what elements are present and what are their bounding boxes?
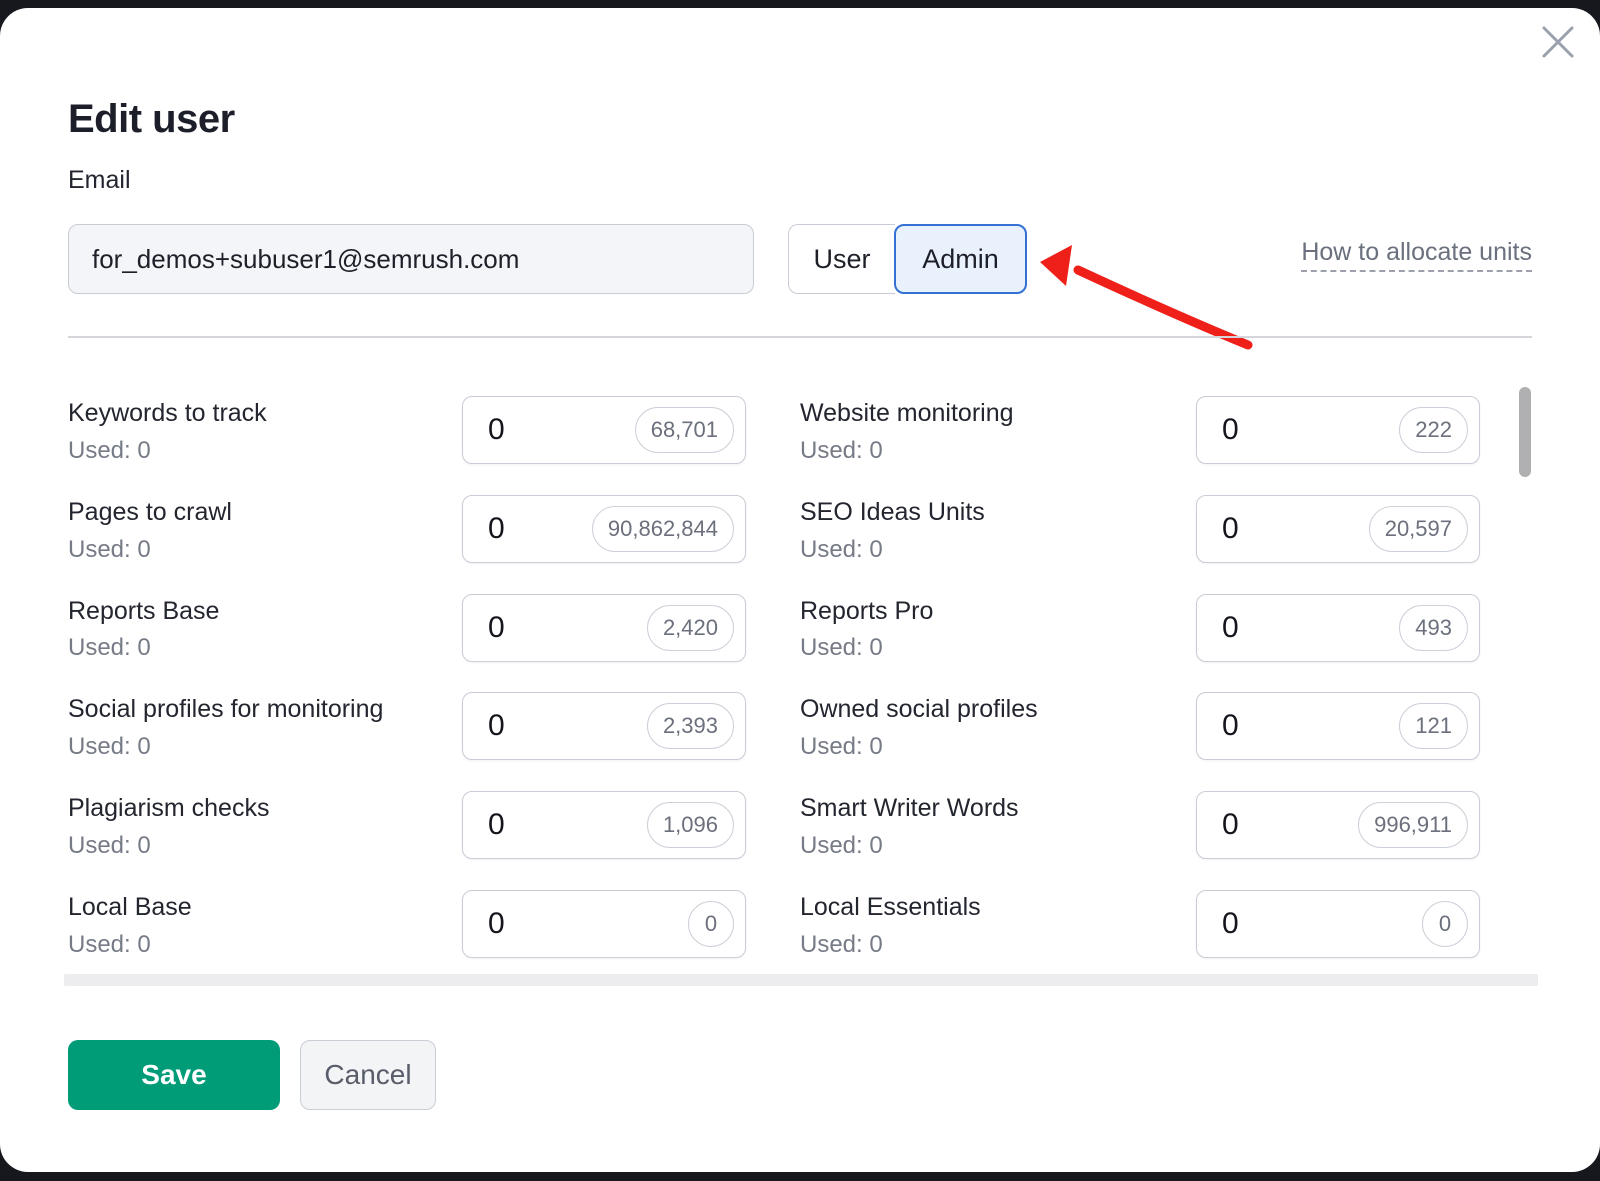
unit-row-keywords-to-track: Keywords to track Used: 0 68,701: [68, 396, 746, 465]
unit-value-input[interactable]: [1197, 511, 1324, 547]
unit-label: Local Base: [68, 893, 192, 922]
units-grid: Keywords to track Used: 0 68,701 Website…: [68, 396, 1480, 959]
unit-row-smart-writer-words: Smart Writer Words Used: 0 996,911: [800, 791, 1480, 860]
unit-label: Owned social profiles: [800, 695, 1038, 724]
unit-input-box: 1,096: [462, 791, 746, 859]
unit-row-website-monitoring: Website monitoring Used: 0 222: [800, 396, 1480, 465]
unit-value-input[interactable]: [1197, 412, 1324, 448]
unit-row-plagiarism-checks: Plagiarism checks Used: 0 1,096: [68, 791, 746, 860]
unit-row-local-essentials: Local Essentials Used: 0 0: [800, 890, 1480, 959]
unit-used: Used: 0: [68, 536, 232, 564]
unit-input-box: 2,420: [462, 594, 746, 662]
unit-input-box: 121: [1196, 692, 1480, 760]
role-toggle: User Admin: [788, 224, 1027, 294]
role-user-button[interactable]: User: [788, 224, 895, 294]
save-button[interactable]: Save: [68, 1040, 280, 1110]
unit-row-reports-base: Reports Base Used: 0 2,420: [68, 594, 746, 663]
unit-limit-pill[interactable]: 90,862,844: [592, 506, 734, 552]
unit-row-pages-to-crawl: Pages to crawl Used: 0 90,862,844: [68, 495, 746, 564]
unit-row-social-profiles-for-monitoring: Social profiles for monitoring Used: 0 2…: [68, 692, 746, 761]
unit-limit-pill[interactable]: 1,096: [647, 802, 734, 848]
dialog-title: Edit user: [68, 97, 235, 142]
email-label: Email: [68, 166, 131, 195]
unit-used: Used: 0: [68, 733, 383, 761]
cancel-button[interactable]: Cancel: [300, 1040, 436, 1110]
unit-limit-pill[interactable]: 0: [1422, 901, 1468, 947]
unit-used: Used: 0: [68, 634, 219, 662]
unit-label: Local Essentials: [800, 893, 981, 922]
unit-input-box: 996,911: [1196, 791, 1480, 859]
unit-input-box: 0: [1196, 890, 1480, 958]
unit-label: Reports Base: [68, 597, 219, 626]
close-icon: [1540, 24, 1576, 60]
unit-value-input[interactable]: [463, 708, 590, 744]
unit-row-owned-social-profiles: Owned social profiles Used: 0 121: [800, 692, 1480, 761]
unit-limit-pill[interactable]: 0: [688, 901, 734, 947]
unit-label: Pages to crawl: [68, 498, 232, 527]
unit-input-box: 0: [462, 890, 746, 958]
unit-used: Used: 0: [800, 437, 1014, 465]
vertical-scrollbar-thumb[interactable]: [1519, 387, 1531, 477]
unit-label: Website monitoring: [800, 399, 1014, 428]
unit-used: Used: 0: [800, 832, 1019, 860]
unit-used: Used: 0: [800, 733, 1038, 761]
unit-label: Plagiarism checks: [68, 794, 269, 823]
unit-row-seo-ideas-units: SEO Ideas Units Used: 0 20,597: [800, 495, 1480, 564]
unit-limit-pill[interactable]: 20,597: [1369, 506, 1468, 552]
unit-row-reports-pro: Reports Pro Used: 0 493: [800, 594, 1480, 663]
unit-input-box: 222: [1196, 396, 1480, 464]
close-button[interactable]: [1536, 20, 1580, 64]
unit-row-local-base: Local Base Used: 0 0: [68, 890, 746, 959]
unit-used: Used: 0: [800, 931, 981, 959]
unit-used: Used: 0: [68, 832, 269, 860]
unit-label: SEO Ideas Units: [800, 498, 985, 527]
edit-user-dialog: Edit user Email User Admin How to alloca…: [0, 8, 1600, 1172]
unit-value-input[interactable]: [463, 807, 590, 843]
unit-label: Reports Pro: [800, 597, 933, 626]
unit-limit-pill[interactable]: 121: [1399, 703, 1468, 749]
unit-value-input[interactable]: [1197, 906, 1324, 942]
unit-value-input[interactable]: [463, 906, 590, 942]
unit-label: Smart Writer Words: [800, 794, 1019, 823]
unit-input-box: 2,393: [462, 692, 746, 760]
unit-limit-pill[interactable]: 68,701: [635, 407, 734, 453]
unit-value-input[interactable]: [1197, 610, 1324, 646]
unit-value-input[interactable]: [463, 511, 590, 547]
unit-used: Used: 0: [800, 536, 985, 564]
divider: [68, 336, 1532, 338]
role-admin-button[interactable]: Admin: [894, 224, 1027, 294]
unit-limit-pill[interactable]: 2,393: [647, 703, 734, 749]
unit-used: Used: 0: [800, 634, 933, 662]
unit-value-input[interactable]: [1197, 708, 1324, 744]
unit-used: Used: 0: [68, 931, 192, 959]
unit-input-box: 20,597: [1196, 495, 1480, 563]
unit-label: Social profiles for monitoring: [68, 695, 383, 724]
unit-value-input[interactable]: [463, 610, 590, 646]
unit-value-input[interactable]: [1197, 807, 1324, 843]
unit-value-input[interactable]: [463, 412, 590, 448]
unit-label: Keywords to track: [68, 399, 267, 428]
how-to-allocate-units-link[interactable]: How to allocate units: [1301, 238, 1532, 272]
unit-limit-pill[interactable]: 222: [1399, 407, 1468, 453]
scroll-cutoff-strip: [64, 974, 1538, 986]
unit-limit-pill[interactable]: 493: [1399, 605, 1468, 651]
unit-used: Used: 0: [68, 437, 267, 465]
unit-input-box: 68,701: [462, 396, 746, 464]
unit-input-box: 90,862,844: [462, 495, 746, 563]
unit-limit-pill[interactable]: 2,420: [647, 605, 734, 651]
unit-limit-pill[interactable]: 996,911: [1358, 802, 1468, 848]
unit-input-box: 493: [1196, 594, 1480, 662]
email-input[interactable]: [68, 224, 754, 294]
